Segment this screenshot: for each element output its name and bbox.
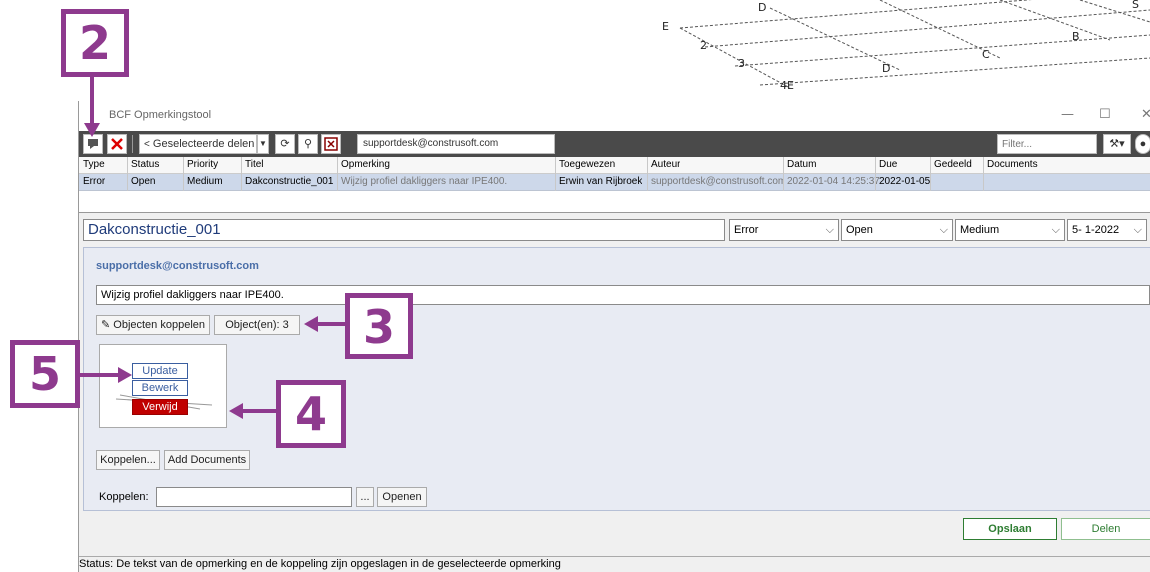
- callout-5: 5: [10, 340, 80, 408]
- callout-2: 2: [61, 9, 129, 77]
- annotation-arrows: [80, 76, 345, 419]
- callout-4: 4: [276, 380, 346, 448]
- callout-3: 3: [345, 293, 413, 359]
